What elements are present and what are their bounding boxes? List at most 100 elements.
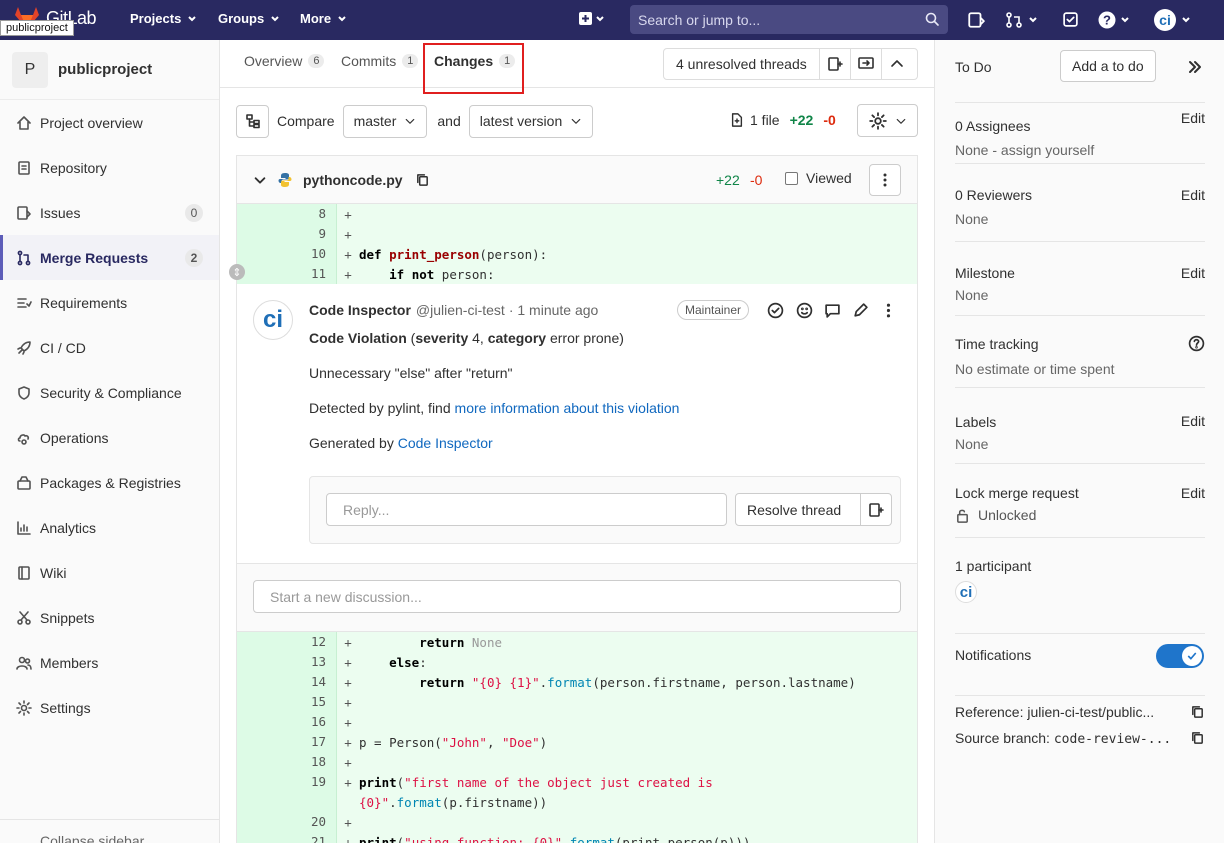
participant-avatar[interactable]: ci <box>955 581 977 603</box>
sidebar-item-operations[interactable]: Operations <box>0 415 219 460</box>
head-version-select[interactable]: latest version <box>468 104 594 138</box>
line-number[interactable]: 12 <box>287 632 337 652</box>
diff-settings-button[interactable] <box>857 104 918 137</box>
author-handle[interactable]: @julien-ci-test <box>416 302 505 318</box>
diff-line[interactable]: 20 + <box>237 812 917 832</box>
copy-icon[interactable] <box>1190 704 1205 719</box>
base-branch-select[interactable]: master <box>342 104 428 138</box>
search-input[interactable]: Search or jump to... <box>630 5 948 34</box>
sidebar-item-issues[interactable]: Issues 0 <box>0 190 219 235</box>
resolve-thread-button[interactable]: Resolve thread <box>735 493 893 526</box>
groups-menu[interactable]: Groups <box>218 11 280 26</box>
more-menu[interactable]: More <box>300 11 347 26</box>
sidebar-item-snippets[interactable]: Snippets <box>0 595 219 640</box>
pencil-icon[interactable] <box>852 302 869 319</box>
edit-lock-link[interactable]: Edit <box>1181 485 1205 501</box>
line-number[interactable]: 21 <box>287 832 337 843</box>
sidebar-item-project-overview[interactable]: Project overview <box>0 100 219 145</box>
new-dropdown[interactable] <box>578 11 606 27</box>
add-todo-button[interactable]: Add a to do <box>1060 50 1156 82</box>
edit-milestone-link[interactable]: Edit <box>1181 265 1205 281</box>
sidebar-item-analytics[interactable]: Analytics <box>0 505 219 550</box>
diff-line[interactable]: 8 + <box>237 204 917 224</box>
emoji-icon[interactable] <box>796 302 813 319</box>
assignees-value[interactable]: None - assign yourself <box>955 142 1205 158</box>
line-number[interactable]: 13 <box>287 652 337 672</box>
line-number[interactable]: 16 <box>287 712 337 732</box>
edit-reviewers-link[interactable]: Edit <box>1181 187 1205 203</box>
collapse-sidebar-button[interactable]: Collapse sidebar <box>0 819 219 843</box>
file-tree-toggle[interactable] <box>236 104 269 138</box>
todos-nav-button[interactable] <box>1062 11 1079 28</box>
line-number[interactable]: 17 <box>287 732 337 752</box>
file-options-button[interactable] <box>869 164 901 196</box>
copy-icon[interactable] <box>415 172 430 187</box>
diff-line[interactable]: 14 + return "{0} {1}".format(person.first… <box>237 672 917 692</box>
resolve-check-icon[interactable] <box>767 302 784 319</box>
diff-line[interactable]: 10 + def print_person(person): <box>237 244 917 264</box>
notifications-toggle[interactable] <box>1156 644 1204 668</box>
reply-comment-icon[interactable] <box>824 302 841 319</box>
diff-line[interactable]: 9 + <box>237 224 917 244</box>
sidebar-item-members[interactable]: Members <box>0 640 219 685</box>
diff-line[interactable]: 11 + if not person: <box>237 264 917 284</box>
violation-info-link[interactable]: more information about this violation <box>455 400 680 416</box>
author-name[interactable]: Code Inspector <box>309 302 411 318</box>
next-thread-button[interactable] <box>851 49 882 79</box>
viewed-checkbox[interactable]: Viewed <box>785 170 852 186</box>
diff-line[interactable]: 21 + print("using function: {0}".format(pr… <box>237 832 917 843</box>
chevron-down-icon[interactable] <box>253 173 267 187</box>
line-number[interactable]: 15 <box>287 692 337 712</box>
project-header[interactable]: P publicproject <box>0 40 219 100</box>
code-inspector-link[interactable]: Code Inspector <box>398 435 493 451</box>
author-avatar[interactable]: ci <box>253 300 293 340</box>
line-number[interactable]: 19 <box>287 772 337 792</box>
help-icon[interactable] <box>1188 335 1205 352</box>
tab-overview[interactable]: Overview 6 <box>244 53 325 69</box>
diff-line[interactable]: 13 + else: <box>237 652 917 672</box>
help-menu[interactable]: ? <box>1098 11 1134 29</box>
sidebar-item-ci-cd[interactable]: CI / CD <box>0 325 219 370</box>
checkbox[interactable] <box>785 171 798 185</box>
expand-lines-icon[interactable]: ⇕ <box>229 264 245 280</box>
line-number[interactable]: 18 <box>287 752 337 772</box>
reply-input[interactable]: Reply... <box>326 493 727 526</box>
copy-icon[interactable] <box>1190 730 1205 745</box>
collapse-right-sidebar-icon[interactable] <box>1187 59 1203 75</box>
merge-requests-nav-button[interactable] <box>1005 11 1041 29</box>
diff-line[interactable]: 17 + p = Person("John", "Doe") <box>237 732 917 752</box>
note-time[interactable]: · 1 minute ago <box>509 302 599 318</box>
sidebar-item-merge-requests[interactable]: Merge Requests 2 <box>0 235 219 280</box>
diff-line[interactable]: 18 + <box>237 752 917 772</box>
resolve-new-issue-button[interactable] <box>860 494 891 525</box>
kebab-menu-icon[interactable] <box>880 302 897 319</box>
diff-line[interactable]: 16 + <box>237 712 917 732</box>
unresolved-threads-label[interactable]: 4 unresolved threads <box>664 49 820 79</box>
sidebar-item-packages[interactable]: Packages & Registries <box>0 460 219 505</box>
projects-menu[interactable]: Projects <box>130 11 197 26</box>
edit-assignees-link[interactable]: Edit <box>1181 110 1205 126</box>
diff-line[interactable]: 12 + return None <box>237 632 917 652</box>
user-menu[interactable]: ci <box>1153 8 1197 32</box>
diff-line[interactable]: 15 + <box>237 692 917 712</box>
sidebar-item-settings[interactable]: Settings <box>0 685 219 730</box>
sidebar-item-requirements[interactable]: Requirements <box>0 280 219 325</box>
line-number[interactable]: 14 <box>287 672 337 692</box>
line-number[interactable]: 10 <box>287 244 337 264</box>
line-number[interactable]: 8 <box>287 204 337 224</box>
new-discussion-input[interactable]: Start a new discussion... <box>253 580 901 613</box>
tab-commits[interactable]: Commits 1 <box>341 53 419 69</box>
edit-labels-link[interactable]: Edit <box>1181 413 1205 429</box>
line-number[interactable]: 20 <box>287 812 337 832</box>
diff-line[interactable]: {0}".format(p.firstname)) <box>237 792 917 812</box>
issues-nav-button[interactable] <box>967 11 985 29</box>
resolve-all-button[interactable] <box>820 49 851 79</box>
sidebar-item-security[interactable]: Security & Compliance <box>0 370 219 415</box>
sidebar-item-wiki[interactable]: Wiki <box>0 550 219 595</box>
line-number[interactable]: 9 <box>287 224 337 244</box>
sidebar-item-repository[interactable]: Repository <box>0 145 219 190</box>
line-number[interactable]: 11 <box>287 264 337 284</box>
diff-line[interactable]: 19 + print("first name of the object just … <box>237 772 917 792</box>
collapse-threads-button[interactable] <box>882 49 913 79</box>
file-name[interactable]: pythoncode.py <box>303 172 403 188</box>
